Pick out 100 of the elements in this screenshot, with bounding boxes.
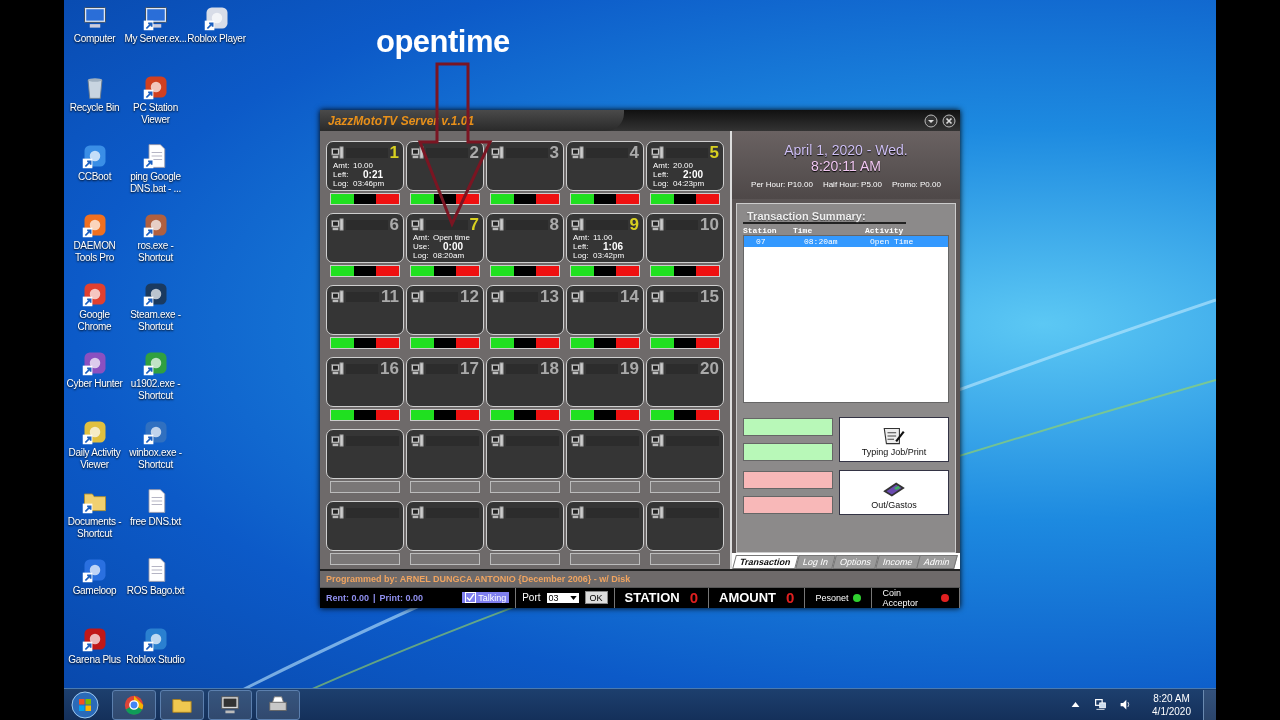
desktop-shortcut[interactable]: ping Google DNS.bat - ... bbox=[125, 142, 186, 200]
station-card[interactable]: 14 bbox=[566, 285, 644, 336]
desktop-shortcut[interactable]: My Server.ex... bbox=[125, 4, 186, 62]
window-title: JazzMotoTV Server v.1.01 bbox=[328, 113, 475, 128]
empty-indicator bbox=[650, 481, 720, 494]
status-bar-indicator bbox=[330, 409, 400, 422]
station-card[interactable] bbox=[566, 429, 644, 480]
station-card[interactable] bbox=[326, 429, 404, 480]
station-card[interactable] bbox=[486, 429, 564, 480]
table-cell-text: 07 bbox=[755, 237, 767, 247]
amount-value: 0 bbox=[786, 589, 795, 607]
desktop-shortcut[interactable]: Gameloop bbox=[64, 556, 125, 614]
desktop-shortcut[interactable]: winbox.exe - Shortcut bbox=[125, 418, 186, 476]
desktop-shortcut[interactable]: CCBoot bbox=[64, 142, 125, 200]
station-number: 3 bbox=[549, 144, 559, 162]
computer-icon bbox=[411, 218, 424, 232]
detail-value: 10.00 bbox=[353, 161, 374, 171]
station-card[interactable]: 18 bbox=[486, 357, 564, 408]
station-card[interactable] bbox=[486, 501, 564, 552]
station-number: 6 bbox=[389, 216, 399, 234]
station-number: 11 bbox=[381, 288, 399, 306]
input-field[interactable] bbox=[743, 496, 833, 515]
network-icon[interactable] bbox=[1094, 698, 1108, 711]
station-card[interactable] bbox=[406, 429, 484, 480]
taskbar-button[interactable] bbox=[112, 689, 156, 720]
desktop-shortcut[interactable]: Cyber Hunter bbox=[64, 349, 125, 407]
computer-icon bbox=[331, 290, 344, 304]
icon-label: Recycle Bin bbox=[68, 102, 121, 114]
input-field[interactable] bbox=[743, 418, 833, 437]
desktop-shortcut[interactable]: Google Chrome bbox=[64, 280, 125, 338]
taskbar-button[interactable] bbox=[208, 689, 252, 720]
show-desktop-button[interactable] bbox=[1203, 689, 1216, 720]
station-number: 8 bbox=[549, 216, 559, 234]
minimize-icon[interactable] bbox=[924, 113, 938, 128]
desktop-shortcut[interactable]: DAEMON Tools Pro bbox=[64, 211, 125, 269]
station-card[interactable]: 3 bbox=[486, 141, 564, 192]
station-card[interactable]: 12 bbox=[406, 285, 484, 336]
computer-icon bbox=[571, 218, 584, 232]
input-field[interactable] bbox=[743, 471, 833, 490]
station-label: STATION bbox=[624, 590, 680, 606]
desktop-shortcut[interactable]: ROS Bago.txt bbox=[125, 556, 186, 614]
detail-label: Use: bbox=[413, 242, 431, 252]
empty-indicator bbox=[570, 553, 640, 566]
station-card[interactable]: 19 bbox=[566, 357, 644, 408]
station-card[interactable]: 4 bbox=[566, 141, 644, 192]
desktop-shortcut[interactable]: Recycle Bin bbox=[64, 73, 125, 131]
desktop-shortcut[interactable]: Steam.exe - Shortcut bbox=[125, 280, 186, 338]
station-card[interactable]: 13 bbox=[486, 285, 564, 336]
station-card[interactable]: 5 Amt: 20.00 Left: 2:00 Log: 04:23pm bbox=[646, 141, 724, 192]
desktop-shortcut[interactable]: Daily Activity Viewer bbox=[64, 418, 125, 476]
desktop-shortcut[interactable]: u1902.exe - Shortcut bbox=[125, 349, 186, 407]
station-number: 17 bbox=[460, 360, 479, 378]
desktop-shortcut[interactable]: PC Station Viewer bbox=[125, 73, 186, 131]
station-card[interactable]: 7 Amt: Open time Use: 0:00 Log: 08:20am bbox=[406, 213, 484, 264]
talking-checkbox[interactable]: Talking bbox=[462, 592, 510, 604]
computer-icon bbox=[651, 290, 664, 304]
computer-icon bbox=[331, 146, 344, 160]
station-card[interactable]: 6 bbox=[326, 213, 404, 264]
table-cell-text: 08:20am bbox=[803, 237, 839, 247]
station-card[interactable]: 11 bbox=[326, 285, 404, 336]
station-card[interactable] bbox=[646, 429, 724, 480]
desktop-shortcut[interactable]: Documents - Shortcut bbox=[64, 487, 125, 545]
tab[interactable]: Transaction bbox=[732, 555, 799, 570]
station-card[interactable]: 17 bbox=[406, 357, 484, 408]
station-card[interactable] bbox=[406, 501, 484, 552]
icon-label: DAEMON Tools Pro bbox=[72, 240, 117, 264]
input-field[interactable] bbox=[743, 443, 833, 462]
detail-value: 04:23pm bbox=[673, 179, 705, 189]
station-card[interactable] bbox=[566, 501, 644, 552]
desktop-shortcut[interactable]: Roblox Player bbox=[186, 4, 247, 62]
port-dropdown[interactable]: 03 bbox=[546, 592, 579, 603]
close-icon[interactable] bbox=[942, 113, 956, 128]
ok-button[interactable]: OK bbox=[584, 591, 608, 605]
taskbar-button[interactable] bbox=[160, 689, 204, 720]
station-card[interactable]: 20 bbox=[646, 357, 724, 408]
start-button[interactable] bbox=[70, 689, 100, 720]
taskbar-clock[interactable]: 8:20 AM 4/1/2020 bbox=[1140, 691, 1199, 718]
station-card[interactable]: 9 Amt: 11.00 Left: 1:06 Log: 03:42pm bbox=[566, 213, 644, 264]
station-card[interactable] bbox=[326, 501, 404, 552]
desktop-shortcut[interactable]: Roblox Studio bbox=[125, 625, 186, 683]
station-number: 13 bbox=[540, 288, 559, 306]
icon-label: winbox.exe - Shortcut bbox=[128, 447, 183, 471]
station-card[interactable]: 1 Amt: 10.00 Left: 0:21 Log: 03:46pm bbox=[326, 141, 404, 192]
station-card[interactable] bbox=[646, 501, 724, 552]
action-button[interactable]: Out/Gastos bbox=[839, 470, 949, 516]
action-button[interactable]: Typing Job/Print bbox=[839, 417, 949, 463]
rate-text: Promo: P0.00 bbox=[892, 179, 941, 189]
desktop-shortcut[interactable]: free DNS.txt bbox=[125, 487, 186, 545]
station-card[interactable]: 10 bbox=[646, 213, 724, 264]
station-card[interactable]: 15 bbox=[646, 285, 724, 336]
desktop-shortcut[interactable]: Computer bbox=[64, 4, 125, 62]
desktop-shortcut[interactable]: Garena Plus bbox=[64, 625, 125, 683]
icon-label: My Server.ex... bbox=[123, 33, 188, 45]
station-number: 16 bbox=[380, 360, 399, 378]
computer-icon bbox=[411, 362, 424, 376]
station-card[interactable]: 16 bbox=[326, 357, 404, 408]
station-card[interactable]: 8 bbox=[486, 213, 564, 264]
taskbar-button[interactable] bbox=[256, 689, 300, 720]
station-number: 4 bbox=[629, 144, 639, 162]
desktop-shortcut[interactable]: ros.exe - Shortcut bbox=[125, 211, 186, 269]
